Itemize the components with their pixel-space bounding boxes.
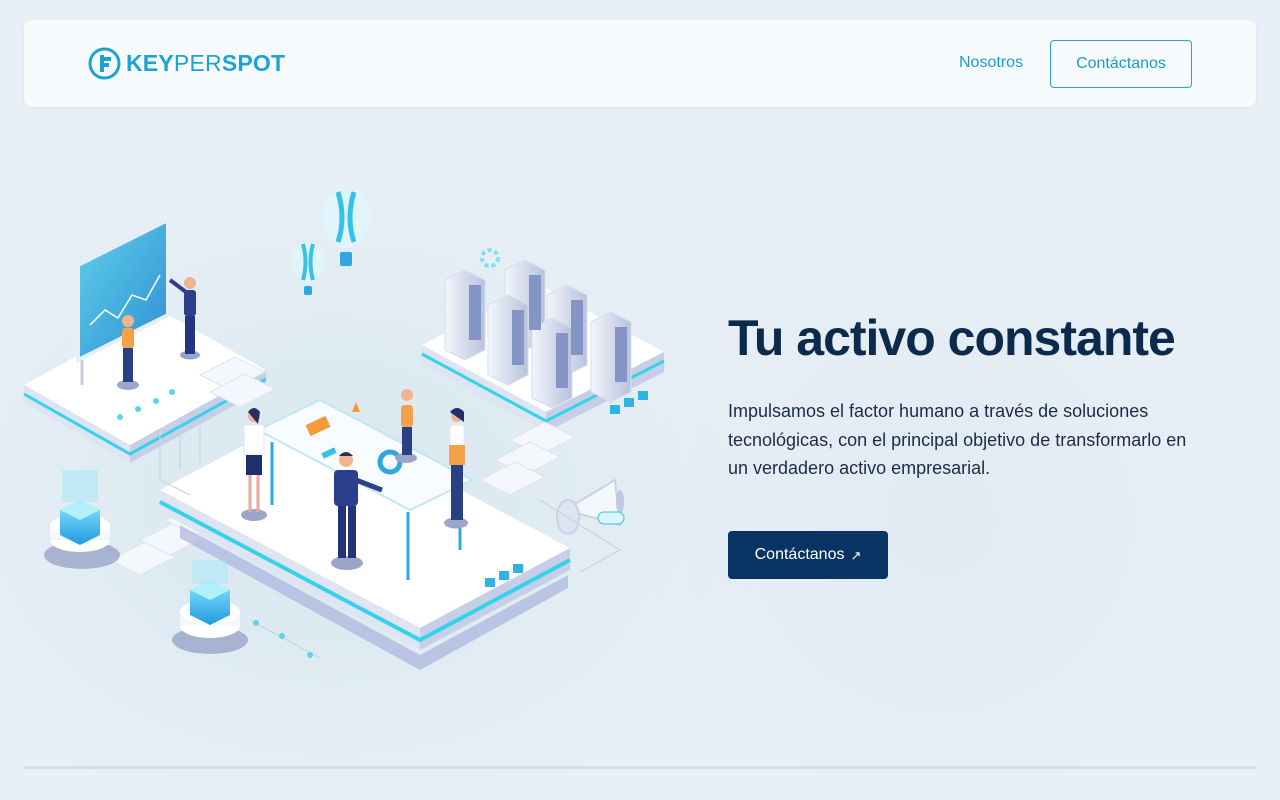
hero-description: Impulsamos el factor humano a través de … bbox=[728, 401, 1187, 478]
arrow-up-right-icon: ↗ bbox=[850, 547, 862, 563]
keyperspot-logo-icon bbox=[88, 47, 121, 80]
contact-cta-button[interactable]: Contáctanos ↗ bbox=[728, 531, 888, 579]
navbar: KEYPERSPOT Nosotros Contáctanos bbox=[24, 20, 1256, 107]
nav-link-nosotros[interactable]: Nosotros bbox=[959, 53, 1023, 73]
logo-text: KEYPERSPOT bbox=[126, 50, 286, 76]
logo[interactable]: KEYPERSPOT bbox=[88, 47, 285, 80]
hero-title: Tu activo constante bbox=[728, 310, 1176, 366]
contact-nav-button[interactable]: Contáctanos bbox=[1050, 40, 1192, 88]
section-divider bbox=[24, 766, 1256, 769]
cta-label: Contáctanos bbox=[754, 546, 845, 563]
isometric-team-illustration bbox=[23, 188, 665, 670]
